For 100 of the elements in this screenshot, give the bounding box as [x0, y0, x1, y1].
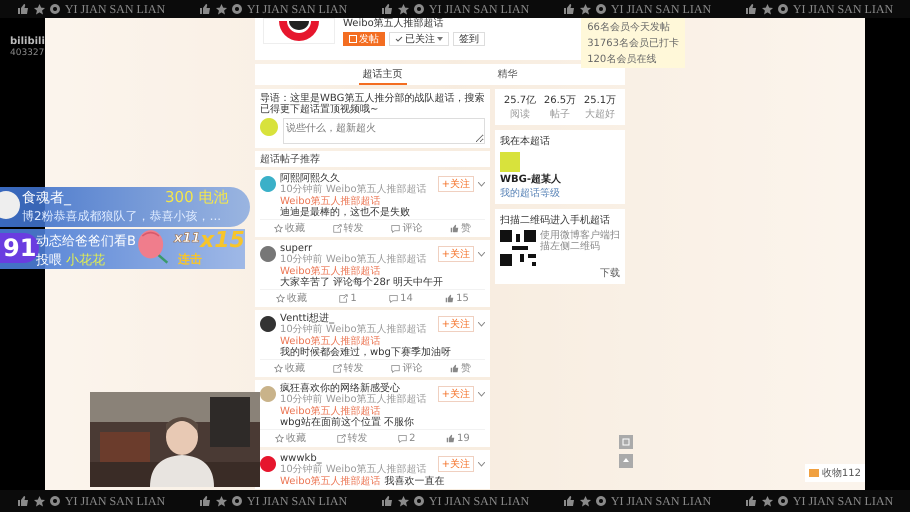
- post-text: wbg站在面前这个位置 不服你: [280, 417, 414, 428]
- coin-icon: [778, 496, 788, 506]
- member-name[interactable]: WBG-超某人: [500, 172, 620, 186]
- action-button[interactable]: 评论: [391, 361, 422, 375]
- topic-link[interactable]: Weibo第五人推部超话: [280, 336, 381, 347]
- follow-button[interactable]: +关注: [438, 386, 474, 402]
- back-to-top-icon[interactable]: [619, 454, 633, 468]
- coin-icon: [778, 4, 788, 14]
- topic-link[interactable]: Weibo第五人推部超话: [280, 266, 381, 277]
- user-name: 食魂者_: [22, 189, 71, 207]
- logo-icon: [276, 21, 322, 43]
- post-meta: 10分钟前 Weibo第五人推部超话: [280, 254, 428, 265]
- action-button[interactable]: 转发: [332, 221, 364, 235]
- post-button[interactable]: 发帖: [343, 32, 385, 46]
- user-name[interactable]: wwwkb_: [280, 453, 434, 464]
- topic-link[interactable]: Weibo第五人推部超话: [280, 196, 381, 207]
- star-icon: [580, 4, 591, 14]
- follow-button[interactable]: +关注: [438, 456, 474, 472]
- caret-icon: [437, 37, 443, 41]
- check-icon: [395, 35, 403, 43]
- caret-icon[interactable]: [478, 252, 485, 256]
- topic-link[interactable]: Weibo第五人推部超话: [280, 476, 381, 487]
- action-button[interactable]: 评论: [391, 221, 422, 235]
- card-title: 扫描二维码进入手机超话: [500, 214, 611, 227]
- stream-logo: bilibili: [10, 36, 45, 47]
- room-number: 403327: [10, 48, 44, 58]
- notice-line: 66名会员今天发帖: [587, 20, 671, 34]
- combo-count: x11: [174, 231, 200, 246]
- action-button[interactable]: 收藏: [274, 361, 305, 375]
- band-text: YI JIAN SAN LIAN: [792, 494, 894, 508]
- coin-icon: [50, 496, 60, 506]
- notice-text: 收物112: [822, 467, 861, 480]
- avatar: [260, 118, 278, 136]
- action-button[interactable]: 2: [398, 431, 416, 445]
- level-link[interactable]: 我的超话等级: [500, 186, 620, 200]
- action-button[interactable]: 14: [389, 291, 413, 305]
- coin-icon: [232, 496, 242, 506]
- tab[interactable]: 精华: [494, 66, 522, 85]
- post-meta: 10分钟前 Weibo第五人推部超话: [280, 464, 428, 475]
- action-button[interactable]: 转发: [336, 431, 368, 445]
- feedback-icon[interactable]: [619, 435, 633, 449]
- action-button[interactable]: 收藏: [275, 431, 306, 445]
- post-text: 我喜欢一直在: [384, 476, 445, 487]
- comment-icon: [391, 364, 400, 372]
- follow-button[interactable]: +关注: [438, 316, 474, 332]
- follow-dropdown[interactable]: 已关注: [389, 32, 449, 46]
- combo-count: x15: [200, 229, 245, 253]
- follow-button[interactable]: +关注: [438, 176, 474, 192]
- avatar: [0, 191, 20, 219]
- thumbs-up-icon: [16, 3, 29, 15]
- band-text: YI JIAN SAN LIAN: [792, 2, 894, 16]
- caret-icon[interactable]: [478, 182, 485, 186]
- star-icon: [216, 4, 227, 14]
- caret-icon[interactable]: [478, 392, 485, 396]
- thumbs-up-icon: [380, 495, 393, 507]
- coin-icon: [596, 4, 606, 14]
- thumbs-up-icon: [744, 3, 757, 15]
- checkin-button[interactable]: 签到: [453, 32, 485, 46]
- action-button[interactable]: 收藏: [276, 291, 308, 305]
- intro-text: 导语：这里是WBG第五人推分部的战队超话，搜索已得更下超话置顶视频哦~: [260, 93, 485, 115]
- user-name[interactable]: 疯狂喜欢你的网络新感受心: [280, 383, 434, 394]
- topic-link[interactable]: Weibo第五人推部超话: [280, 406, 381, 417]
- card-title: 我在本超话: [500, 134, 551, 148]
- band-text: YI JIAN SAN LIAN: [610, 2, 712, 16]
- stat-value: 25.1万: [584, 94, 616, 107]
- avatar: [500, 152, 520, 172]
- action-button[interactable]: 赞: [450, 361, 472, 375]
- gift-name: 小花花: [66, 252, 105, 269]
- action-button[interactable]: 19: [446, 431, 470, 445]
- combo-label: 连击: [178, 251, 202, 268]
- user-name[interactable]: superr: [280, 243, 434, 254]
- star-icon: [216, 496, 227, 506]
- user-name[interactable]: 阿熙阿熙久久: [280, 173, 434, 184]
- user-name[interactable]: Ventti想进_: [280, 313, 434, 324]
- star-icon: [762, 4, 773, 14]
- follow-button[interactable]: +关注: [438, 246, 474, 262]
- share-icon: [332, 364, 342, 372]
- action-button[interactable]: 15: [445, 291, 469, 305]
- download-link[interactable]: 下载: [600, 266, 620, 280]
- action-button[interactable]: 转发: [332, 361, 364, 375]
- caret-icon[interactable]: [478, 462, 485, 466]
- corner-notice[interactable]: 收物112: [804, 464, 865, 482]
- thumbs-up-icon: [450, 224, 460, 232]
- stat-value: 26.5万: [544, 94, 576, 107]
- qr-code-icon: [500, 230, 536, 266]
- action-button[interactable]: 1: [339, 291, 357, 305]
- comment-icon: [398, 434, 408, 442]
- star-icon: [274, 364, 283, 372]
- tab[interactable]: 超话主页: [358, 66, 406, 85]
- band-text: YI JIAN SAN LIAN: [428, 2, 530, 16]
- post-input[interactable]: 说些什么，超新超火: [283, 118, 485, 144]
- coin-icon: [596, 496, 606, 506]
- post-text: 大家辛苦了 评论每个28r 明天中午开: [280, 277, 444, 288]
- coin-icon: [232, 4, 242, 14]
- action-button[interactable]: 收藏: [274, 221, 305, 235]
- coin-icon: [50, 4, 60, 14]
- action-button[interactable]: 赞: [450, 221, 472, 235]
- thumbs-up-icon: [446, 434, 456, 442]
- caret-icon[interactable]: [478, 322, 485, 326]
- band-text: YI JIAN SAN LIAN: [246, 494, 348, 508]
